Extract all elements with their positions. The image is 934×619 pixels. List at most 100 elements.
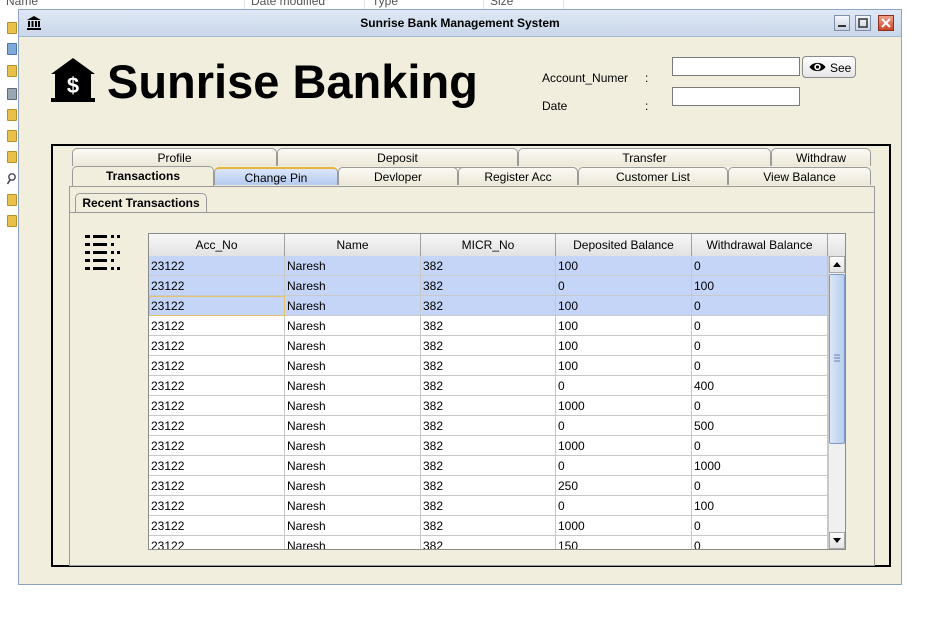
tab-profile[interactable]: Profile	[72, 148, 277, 166]
table-row[interactable]: 23122 Naresh 382 150 0	[149, 536, 828, 549]
cell-acc-no[interactable]: 23122	[149, 516, 285, 536]
arrow-down-icon[interactable]	[829, 532, 845, 549]
cell-deposited[interactable]: 150	[556, 536, 692, 549]
table-row[interactable]: 23122 Naresh 382 0 500	[149, 416, 828, 436]
vertical-scrollbar[interactable]	[828, 256, 845, 549]
cell-micr-no[interactable]: 382	[421, 516, 556, 536]
cell-deposited[interactable]: 0	[556, 276, 692, 296]
table-row[interactable]: 23122 Naresh 382 1000 0	[149, 396, 828, 416]
table-row[interactable]: 23122 Naresh 382 100 0	[149, 336, 828, 356]
close-icon[interactable]	[878, 15, 894, 31]
cell-withdrawal[interactable]: 100	[692, 276, 828, 296]
cell-withdrawal[interactable]: 0	[692, 296, 828, 316]
cell-acc-no[interactable]: 23122	[149, 356, 285, 376]
cell-name[interactable]: Naresh	[285, 256, 421, 276]
account-number-field[interactable]	[672, 57, 800, 76]
cell-name[interactable]: Naresh	[285, 276, 421, 296]
tab-recent-transactions[interactable]: Recent Transactions	[75, 193, 207, 213]
header-acc-no[interactable]: Acc_No	[149, 234, 285, 256]
cell-name[interactable]: Naresh	[285, 376, 421, 396]
cell-micr-no[interactable]: 382	[421, 396, 556, 416]
transactions-table[interactable]: Acc_No Name MICR_No Deposited Balance Wi…	[148, 233, 846, 550]
cell-name[interactable]: Naresh	[285, 536, 421, 549]
title-bar[interactable]: Sunrise Bank Management System	[19, 10, 901, 37]
cell-deposited[interactable]: 0	[556, 496, 692, 516]
cell-deposited[interactable]: 100	[556, 316, 692, 336]
maximize-icon[interactable]	[855, 15, 871, 31]
cell-micr-no[interactable]: 382	[421, 276, 556, 296]
cell-micr-no[interactable]: 382	[421, 376, 556, 396]
tab-devloper-front[interactable]: Devloper	[338, 167, 458, 185]
cell-name[interactable]: Naresh	[285, 336, 421, 356]
tab-transactions[interactable]: Transactions	[72, 166, 214, 186]
see-button[interactable]: See	[802, 56, 856, 78]
cell-acc-no[interactable]: 23122	[149, 376, 285, 396]
minimize-icon[interactable]	[834, 15, 850, 31]
header-micr-no[interactable]: MICR_No	[421, 234, 556, 256]
cell-withdrawal[interactable]: 0	[692, 396, 828, 416]
cell-deposited[interactable]: 100	[556, 296, 692, 316]
cell-name[interactable]: Naresh	[285, 416, 421, 436]
cell-acc-no[interactable]: 23122	[149, 256, 285, 276]
cell-deposited[interactable]: 0	[556, 456, 692, 476]
cell-name[interactable]: Naresh	[285, 316, 421, 336]
scrollbar-thumb[interactable]	[829, 274, 845, 444]
header-name[interactable]: Name	[285, 234, 421, 256]
date-field[interactable]	[672, 87, 800, 106]
cell-acc-no[interactable]: 23122	[149, 476, 285, 496]
cell-micr-no[interactable]: 382	[421, 296, 556, 316]
cell-deposited[interactable]: 100	[556, 356, 692, 376]
header-deposited-balance[interactable]: Deposited Balance	[556, 234, 692, 256]
table-row[interactable]: 23122 Naresh 382 0 100	[149, 276, 828, 296]
cell-name[interactable]: Naresh	[285, 436, 421, 456]
cell-deposited[interactable]: 1000	[556, 396, 692, 416]
table-row[interactable]: 23122 Naresh 382 1000 0	[149, 436, 828, 456]
cell-withdrawal[interactable]: 0	[692, 316, 828, 336]
cell-name[interactable]: Naresh	[285, 296, 421, 316]
cell-deposited[interactable]: 0	[556, 416, 692, 436]
cell-name[interactable]: Naresh	[285, 496, 421, 516]
tab-withdraw[interactable]: Withdraw	[771, 148, 871, 166]
cell-micr-no[interactable]: 382	[421, 256, 556, 276]
tab-register-acc[interactable]: Register Acc	[458, 167, 578, 185]
cell-withdrawal[interactable]: 0	[692, 336, 828, 356]
cell-name[interactable]: Naresh	[285, 476, 421, 496]
cell-name[interactable]: Naresh	[285, 396, 421, 416]
cell-withdrawal[interactable]: 1000	[692, 456, 828, 476]
table-row[interactable]: 23122 Naresh 382 250 0	[149, 476, 828, 496]
cell-acc-no[interactable]: 23122	[149, 456, 285, 476]
cell-deposited[interactable]: 250	[556, 476, 692, 496]
table-row[interactable]: 23122 Naresh 382 0 1000	[149, 456, 828, 476]
cell-micr-no[interactable]: 382	[421, 536, 556, 549]
arrow-up-icon[interactable]	[829, 256, 845, 273]
cell-micr-no[interactable]: 382	[421, 356, 556, 376]
cell-withdrawal[interactable]: 0	[692, 436, 828, 456]
cell-withdrawal[interactable]: 0	[692, 516, 828, 536]
cell-deposited[interactable]: 100	[556, 256, 692, 276]
table-row[interactable]: 23122 Naresh 382 100 0	[149, 256, 828, 276]
cell-acc-no[interactable]: 23122	[149, 496, 285, 516]
cell-acc-no[interactable]: 23122	[149, 316, 285, 336]
cell-acc-no[interactable]: 23122	[149, 396, 285, 416]
cell-micr-no[interactable]: 382	[421, 416, 556, 436]
cell-name[interactable]: Naresh	[285, 456, 421, 476]
cell-acc-no[interactable]: 23122	[149, 436, 285, 456]
cell-deposited[interactable]: 0	[556, 376, 692, 396]
cell-deposited[interactable]: 1000	[556, 436, 692, 456]
cell-micr-no[interactable]: 382	[421, 476, 556, 496]
cell-acc-no[interactable]: 23122	[149, 296, 285, 316]
cell-deposited[interactable]: 100	[556, 336, 692, 356]
table-row[interactable]: 23122 Naresh 382 0 400	[149, 376, 828, 396]
cell-deposited[interactable]: 1000	[556, 516, 692, 536]
cell-name[interactable]: Naresh	[285, 516, 421, 536]
table-row[interactable]: 23122 Naresh 382 100 0	[149, 296, 828, 316]
cell-micr-no[interactable]: 382	[421, 336, 556, 356]
cell-micr-no[interactable]: 382	[421, 496, 556, 516]
tab-view-balance[interactable]: View Balance	[728, 167, 871, 185]
table-row[interactable]: 23122 Naresh 382 1000 0	[149, 516, 828, 536]
cell-name[interactable]: Naresh	[285, 356, 421, 376]
cell-acc-no[interactable]: 23122	[149, 416, 285, 436]
cell-withdrawal[interactable]: 0	[692, 356, 828, 376]
tab-customer-list[interactable]: Customer List	[578, 167, 728, 185]
cell-micr-no[interactable]: 382	[421, 456, 556, 476]
